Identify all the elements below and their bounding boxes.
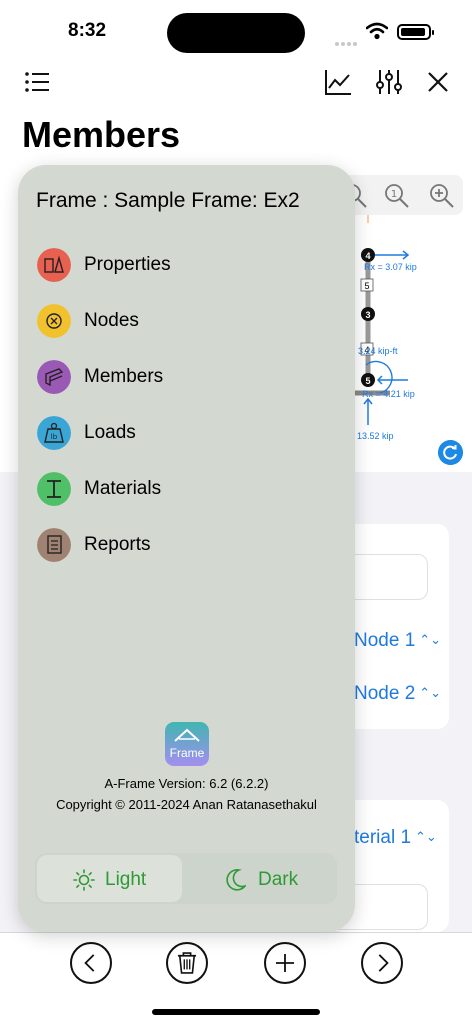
chevron-updown-icon: ⌃⌄	[415, 829, 437, 844]
member-label: 5	[364, 281, 369, 291]
dark-mode-label: Dark	[258, 869, 299, 890]
node-label: 4	[365, 251, 370, 261]
appearance-toggle: Light Dark	[35, 853, 337, 904]
light-mode-button[interactable]: Light	[37, 855, 182, 902]
load-label: 3.24 kip-ft	[358, 346, 398, 356]
frame-diagram[interactable]: 4 3 5 5 4 Rx = 3.07 kip 3.24 kip-ft Rx =…	[350, 215, 460, 455]
app-logo: Frame	[165, 722, 209, 766]
start-node-select[interactable]: Node 1 ⌃⌄	[354, 630, 441, 652]
end-node-value: Node 2	[354, 683, 416, 704]
next-icon[interactable]	[361, 942, 403, 984]
svg-text:1: 1	[391, 189, 397, 200]
dark-mode-button[interactable]: Dark	[190, 855, 335, 902]
zoom-actual-icon[interactable]: 1	[384, 183, 410, 209]
start-node-value: Node 1	[354, 630, 416, 651]
wifi-icon	[366, 22, 388, 40]
add-icon[interactable]	[264, 942, 306, 984]
properties-icon	[37, 248, 71, 282]
frame-logo-icon	[174, 728, 200, 742]
end-node-select[interactable]: Node 2 ⌃⌄	[354, 683, 441, 705]
page-title: Members	[22, 114, 181, 155]
menu-item-nodes[interactable]: Nodes	[36, 302, 326, 342]
chevron-updown-icon: ⌃⌄	[419, 632, 442, 647]
status-bar: 8:32	[0, 0, 472, 60]
members-icon	[37, 360, 71, 394]
reports-icon	[37, 528, 71, 562]
material-value: terial 1	[354, 827, 412, 848]
copyright-text: Copyright © 2011-2024 Anan Ratanasethaku…	[56, 797, 317, 812]
refresh-icon[interactable]	[438, 440, 463, 465]
menu-item-label: Materials	[84, 478, 162, 499]
node-label: 3	[365, 310, 370, 320]
svg-text:lb: lb	[51, 433, 58, 441]
status-time: 8:32	[68, 20, 107, 41]
trash-icon[interactable]	[166, 942, 208, 984]
menu-item-materials[interactable]: Materials	[36, 470, 326, 510]
moon-icon	[226, 869, 246, 891]
chart-icon[interactable]	[324, 68, 352, 96]
app-logo-text: Frame	[169, 746, 205, 760]
load-label: Rx = 4.21 kip	[362, 389, 415, 399]
side-menu-panel: Frame : Sample Frame: Ex2 Properties Nod…	[18, 165, 355, 932]
material-select[interactable]: terial 1 ⌃⌄	[354, 827, 437, 849]
cellular-signal-icon	[335, 33, 359, 46]
nodes-icon	[37, 304, 71, 338]
menu-item-label: Loads	[84, 422, 136, 443]
node-label: 5	[365, 376, 370, 386]
battery-icon	[397, 24, 434, 40]
load-label: 13.52 kip	[357, 431, 394, 441]
app-version: A-Frame Version: 6.2 (6.2.2)	[104, 776, 269, 791]
dynamic-island	[167, 13, 305, 53]
sliders-icon[interactable]	[375, 68, 403, 96]
materials-icon	[37, 472, 71, 506]
menu-item-label: Reports	[84, 534, 151, 555]
list-menu-icon[interactable]	[24, 68, 52, 96]
menu-item-label: Properties	[84, 254, 171, 275]
close-icon[interactable]	[424, 68, 452, 96]
load-label: Rx = 3.07 kip	[364, 262, 417, 272]
previous-icon[interactable]	[70, 942, 112, 984]
menu-item-properties[interactable]: Properties	[36, 246, 326, 286]
light-mode-label: Light	[105, 869, 147, 890]
menu-item-label: Members	[84, 366, 164, 387]
menu-item-reports[interactable]: Reports	[36, 526, 326, 566]
menu-item-label: Nodes	[84, 310, 139, 331]
sun-icon	[73, 869, 95, 891]
menu-item-members[interactable]: Members	[36, 358, 326, 398]
zoom-in-icon[interactable]	[429, 183, 455, 209]
menu-title: Frame : Sample Frame: Ex2	[36, 189, 300, 212]
menu-item-loads[interactable]: lb Loads	[36, 414, 326, 454]
loads-icon: lb	[37, 416, 71, 450]
home-indicator	[152, 1009, 320, 1015]
chevron-updown-icon: ⌃⌄	[419, 685, 442, 700]
